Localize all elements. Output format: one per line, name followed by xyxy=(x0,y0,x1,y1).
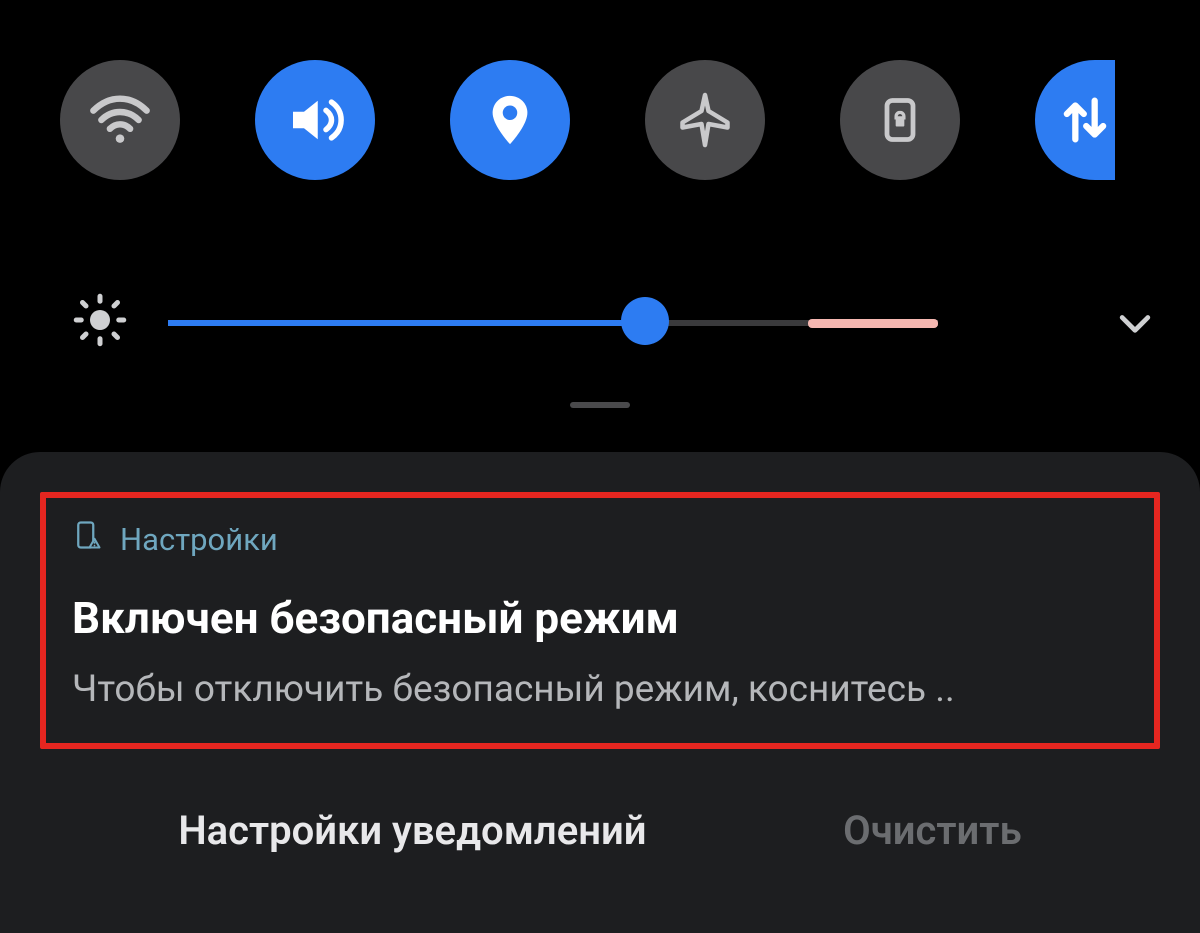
tutorial-highlight-box: Настройки Включен безопасный режим Чтобы… xyxy=(40,492,1160,749)
quick-settings-row xyxy=(60,60,1170,180)
sound-icon xyxy=(282,87,348,153)
location-icon xyxy=(481,91,539,149)
notification-source-app: Настройки xyxy=(120,521,278,558)
brightness-expand-button[interactable] xyxy=(1105,305,1165,345)
clear-all-button[interactable]: Очистить xyxy=(843,807,1021,854)
brightness-icon xyxy=(60,290,140,350)
notification-title: Включен безопасный режим xyxy=(72,592,1128,644)
airplane-icon xyxy=(675,90,735,150)
notification-source: Настройки xyxy=(72,520,1128,558)
notification-shade: Настройки Включен безопасный режим Чтобы… xyxy=(0,430,1200,933)
rotation-lock-toggle[interactable] xyxy=(840,60,960,180)
phone-warning-icon xyxy=(72,520,102,558)
panel-drag-handle[interactable] xyxy=(570,402,630,408)
mobile-data-toggle[interactable] xyxy=(1035,60,1115,180)
brightness-thumb[interactable] xyxy=(621,297,669,345)
chevron-down-icon xyxy=(1113,301,1157,349)
notification-footer: Настройки уведомлений Очистить xyxy=(40,807,1160,854)
sound-toggle[interactable] xyxy=(255,60,375,180)
brightness-fill xyxy=(168,320,645,326)
data-transfer-icon xyxy=(1056,91,1114,149)
notification-body: Чтобы отключить безопасный режим, коснит… xyxy=(72,668,1128,711)
wifi-toggle[interactable] xyxy=(60,60,180,180)
brightness-overbright-zone xyxy=(808,319,938,328)
rotation-lock-icon xyxy=(874,94,926,146)
brightness-row xyxy=(0,260,1200,370)
location-toggle[interactable] xyxy=(450,60,570,180)
airplane-mode-toggle[interactable] xyxy=(645,60,765,180)
notification-card[interactable]: Настройки Включен безопасный режим Чтобы… xyxy=(0,452,1200,933)
wifi-icon xyxy=(88,88,152,152)
brightness-slider[interactable] xyxy=(168,312,938,332)
notification-settings-button[interactable]: Настройки уведомлений xyxy=(178,807,646,854)
